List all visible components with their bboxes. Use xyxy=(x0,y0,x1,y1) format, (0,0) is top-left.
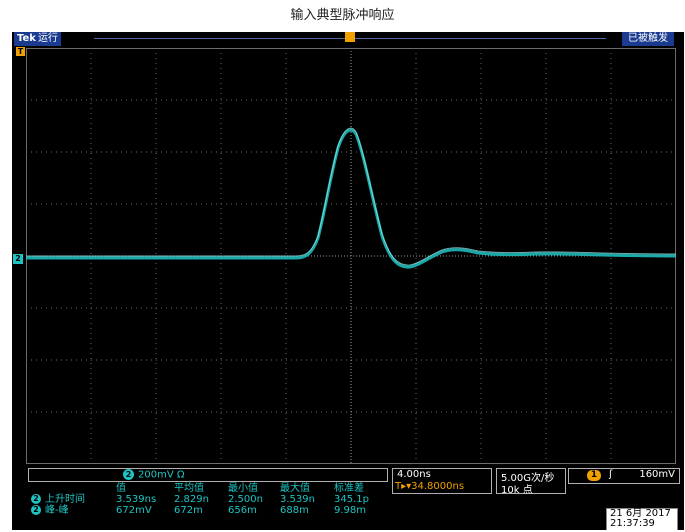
trigger-status: 已被触发 xyxy=(622,32,674,46)
run-state[interactable]: 运行 xyxy=(38,33,58,44)
measurement-table: 值 平均值 最小值 最大值 标准差 2 上升时间 3.539ns 2.829n … xyxy=(28,483,386,516)
top-status-bar: Tek 运行 已被触发 xyxy=(12,32,684,46)
measurement-max: 688m xyxy=(280,505,309,516)
channel-badge: 2 xyxy=(31,505,41,515)
figure-caption: 输入典型脉冲响应 xyxy=(290,8,395,23)
trigger-time-marker[interactable]: T xyxy=(16,47,25,56)
measurement-name: 峰-峰 xyxy=(45,505,69,516)
trigger-panel[interactable]: 1 ʃ 160mV xyxy=(568,468,680,484)
oscilloscope-screen: Tek 运行 已被触发 T 2 2 200mV Ω 值 平均值 最小值 最大值 … xyxy=(12,32,684,530)
trigger-level: 160mV xyxy=(639,469,675,480)
channel-2-badge: 2 xyxy=(123,469,134,480)
channel-badge: 2 xyxy=(31,494,41,504)
waveform-graticule xyxy=(26,48,676,464)
channel-2-scale: 200mV Ω xyxy=(138,469,185,481)
measurement-mean: 672m xyxy=(174,505,203,516)
horizontal-position: T▸▾34.8000ns xyxy=(395,481,465,492)
measurement-value: 672mV xyxy=(116,505,152,516)
column-header: 标准差 xyxy=(334,483,364,494)
measurement-header-row: 值 平均值 最小值 最大值 标准差 xyxy=(28,483,386,494)
measurement-value: 3.539ns xyxy=(116,494,157,505)
column-header: 最大值 xyxy=(280,483,310,494)
trigger-slope-icon: ʃ xyxy=(609,469,613,480)
channel-2-scale-panel[interactable]: 2 200mV Ω xyxy=(28,468,388,482)
acquisition-panel[interactable]: 5.00G次/秒 10k 点 xyxy=(496,468,566,496)
trigger-source-badge: 1 xyxy=(587,470,601,481)
brand-text: Tek xyxy=(17,33,36,44)
measurement-min: 656m xyxy=(228,505,257,516)
record-length: 10k 点 xyxy=(501,485,533,496)
measurement-stddev: 345.1p xyxy=(334,494,369,505)
channel-2-waveform-persistence xyxy=(26,127,676,266)
horizontal-scale: 4.00ns xyxy=(397,469,431,480)
brand-label: Tek 运行 xyxy=(14,32,61,46)
measurement-max: 3.539n xyxy=(280,494,315,505)
horizontal-panel[interactable]: 4.00ns T▸▾34.8000ns xyxy=(392,468,492,494)
measurement-mean: 2.829n xyxy=(174,494,209,505)
column-header: 平均值 xyxy=(174,483,204,494)
column-header: 最小值 xyxy=(228,483,258,494)
date-time-display: 21 6月 2017 21:37:39 xyxy=(606,508,678,530)
measurement-row-rise-time[interactable]: 2 上升时间 3.539ns 2.829n 2.500n 3.539n 345.… xyxy=(28,494,386,505)
channel-2-ground-marker[interactable]: 2 xyxy=(13,254,23,264)
measurement-name: 上升时间 xyxy=(45,494,85,505)
time-label: 21:37:39 xyxy=(610,518,655,529)
column-header: 值 xyxy=(116,483,126,494)
measurement-row-peak-to-peak[interactable]: 2 峰-峰 672mV 672m 656m 688m 9.98m xyxy=(28,505,386,516)
trigger-position-icon xyxy=(345,32,355,42)
measurement-stddev: 9.98m xyxy=(334,505,367,516)
measurement-min: 2.500n xyxy=(228,494,263,505)
